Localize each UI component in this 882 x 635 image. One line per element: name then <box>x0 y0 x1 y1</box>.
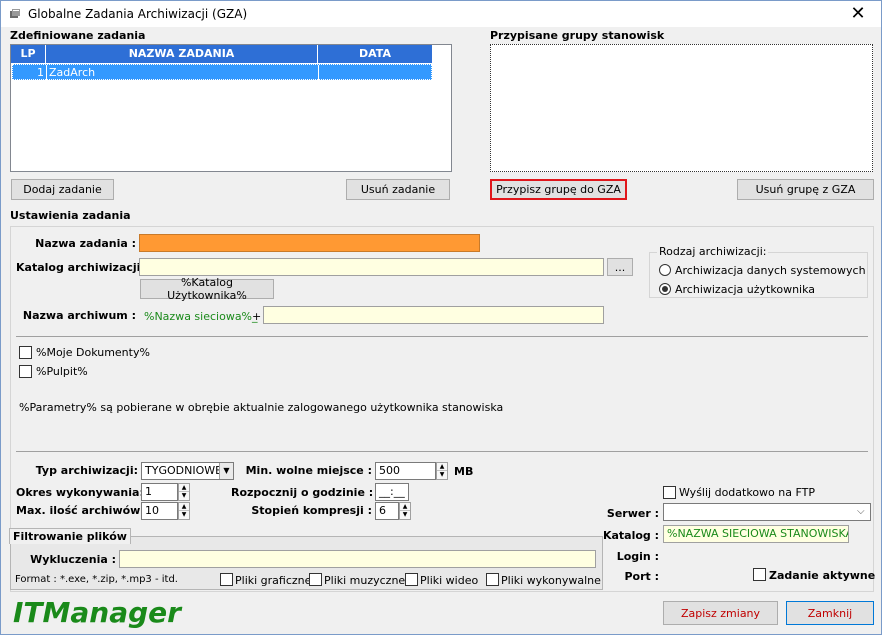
video-files-label: Pliki wideo <box>420 574 479 587</box>
max-label: Max. ilość archiwów: <box>16 504 145 517</box>
music-files-label: Pliki muzyczne <box>324 574 406 587</box>
tasks-table[interactable]: LP NAZWA ZADANIA DATA MODYFIKACJI 1 ZadA… <box>10 44 452 172</box>
compression-input[interactable]: 6 <box>375 502 399 520</box>
column-header-name[interactable]: NAZWA ZADANIA <box>46 45 318 63</box>
ftp-catalog-input[interactable]: %NAZWA SIECIOWA STANOWISKA% <box>663 525 849 543</box>
parameters-note: %Parametry% są pobierane w obrębie aktua… <box>19 401 504 414</box>
ftp-checkbox[interactable] <box>663 486 676 499</box>
save-button[interactable]: Zapisz zmiany <box>663 601 778 625</box>
remove-group-button[interactable]: Usuń grupę z GZA <box>737 179 874 200</box>
radio-user-label: Archiwizacja użytkownika <box>675 283 816 296</box>
catalog-label: Katalog archiwizacji : <box>16 261 149 274</box>
divider <box>16 451 868 452</box>
radio-user-archive[interactable] <box>659 283 671 295</box>
max-input[interactable]: 10 <box>141 502 178 520</box>
min-space-input[interactable]: 500 <box>375 462 436 480</box>
radio-system-archive[interactable] <box>659 264 671 276</box>
period-spinner[interactable]: ▲ ▼ <box>178 483 190 501</box>
archive-name-prefix: %Nazwa sieciowa%_ <box>144 310 258 323</box>
filter-title: Filtrowanie plików <box>9 528 131 544</box>
column-header-lp[interactable]: LP <box>11 45 46 63</box>
spin-up-icon[interactable]: ▲ <box>437 463 447 471</box>
settings-section-title: Ustawienia zadania <box>10 209 131 222</box>
task-name-label: Nazwa zadania : <box>35 237 136 250</box>
spin-up-icon[interactable]: ▲ <box>179 484 189 492</box>
cell-name: ZadArch <box>47 65 319 80</box>
brand-logo: ITManager <box>13 596 181 629</box>
type-combo[interactable]: TYGODNIOWE ▼ <box>141 462 234 480</box>
format-hint: Format : *.exe, *.zip, *.mp3 - itd. <box>15 574 178 585</box>
close-button[interactable]: Zamknij <box>786 601 874 625</box>
port-label: Port : <box>624 570 659 583</box>
start-time-input[interactable]: __:__ <box>375 483 409 501</box>
graphic-files-checkbox[interactable] <box>220 573 233 586</box>
tasks-section-title: Zdefiniowane zadania <box>10 29 146 42</box>
app-icon <box>10 9 20 18</box>
title-bar: Globalne Zadania Archiwizacji (GZA) ✕ <box>1 1 881 27</box>
max-spinner[interactable]: ▲ ▼ <box>178 502 190 520</box>
executable-files-label: Pliki wykonywalne <box>501 574 601 587</box>
exclusions-input[interactable] <box>119 550 596 568</box>
type-label: Typ archiwizacji: <box>35 464 138 477</box>
spin-up-icon[interactable]: ▲ <box>179 503 189 511</box>
table-row[interactable]: 1 ZadArch <box>12 64 432 80</box>
ftp-catalog-label: Katalog : <box>602 529 659 542</box>
compression-spinner[interactable]: ▲ ▼ <box>399 502 411 520</box>
user-catalog-button[interactable]: %Katalog Użytkownika% <box>140 276 274 302</box>
desktop-label: %Pulpit% <box>36 365 88 378</box>
archive-name-plus: + <box>252 310 262 323</box>
browse-button[interactable]: ... <box>607 258 633 276</box>
period-input[interactable]: 1 <box>141 483 178 501</box>
spin-down-icon[interactable]: ▼ <box>400 511 410 519</box>
min-space-unit: MB <box>454 465 474 478</box>
task-active-checkbox[interactable] <box>753 568 766 581</box>
close-window-icon[interactable]: ✕ <box>835 1 881 27</box>
start-time-label: Rozpocznij o godzinie : <box>231 486 374 499</box>
graphic-files-label: Pliki graficzne <box>235 574 312 587</box>
cell-lp: 1 <box>13 65 47 80</box>
server-label: Serwer : <box>606 507 659 520</box>
compression-label: Stopień kompresji : <box>251 504 372 517</box>
archive-name-label: Nazwa archiwum : <box>22 309 136 322</box>
remove-task-button[interactable]: Usuń zadanie <box>346 179 450 200</box>
archive-type-title: Rodzaj archiwizacji: <box>657 245 769 258</box>
period-label: Okres wykonywania: <box>16 486 144 499</box>
chevron-down-icon[interactable]: ⌵ <box>857 506 865 517</box>
server-combo[interactable] <box>663 503 871 521</box>
ftp-label: Wyślij dodatkowo na FTP <box>679 486 815 499</box>
spin-down-icon[interactable]: ▼ <box>437 471 447 479</box>
my-documents-checkbox[interactable] <box>19 346 32 359</box>
divider <box>16 336 868 337</box>
task-active-label: Zadanie aktywne <box>769 569 876 582</box>
type-combo-value: TYGODNIOWE <box>145 464 223 477</box>
groups-section-title: Przypisane grupy stanowisk <box>490 29 665 42</box>
exclusions-label: Wykluczenia : <box>30 553 116 566</box>
desktop-checkbox[interactable] <box>19 365 32 378</box>
music-files-checkbox[interactable] <box>309 573 322 586</box>
window-title: Globalne Zadania Archiwizacji (GZA) <box>28 7 248 21</box>
radio-system-label: Archiwizacja danych systemowych <box>675 264 866 277</box>
catalog-input[interactable] <box>139 258 604 276</box>
spin-down-icon[interactable]: ▼ <box>179 492 189 500</box>
task-name-input[interactable] <box>139 234 480 252</box>
dialog-window: Globalne Zadania Archiwizacji (GZA) ✕ Zd… <box>0 0 882 635</box>
groups-list[interactable] <box>490 44 873 172</box>
min-space-spinner[interactable]: ▲ ▼ <box>436 462 448 480</box>
my-documents-label: %Moje Dokumenty% <box>36 346 150 359</box>
spin-down-icon[interactable]: ▼ <box>179 511 189 519</box>
login-label: Login : <box>616 550 659 563</box>
add-task-button[interactable]: Dodaj zadanie <box>11 179 114 200</box>
video-files-checkbox[interactable] <box>405 573 418 586</box>
spin-up-icon[interactable]: ▲ <box>400 503 410 511</box>
min-space-label: Min. wolne miejsce : <box>245 464 372 477</box>
archive-suffix-input[interactable] <box>263 306 604 324</box>
assign-group-button[interactable]: Przypisz grupę do GZA <box>490 179 627 200</box>
executable-files-checkbox[interactable] <box>486 573 499 586</box>
column-header-date[interactable]: DATA MODYFIKACJI <box>318 45 433 78</box>
cell-date <box>319 65 431 80</box>
